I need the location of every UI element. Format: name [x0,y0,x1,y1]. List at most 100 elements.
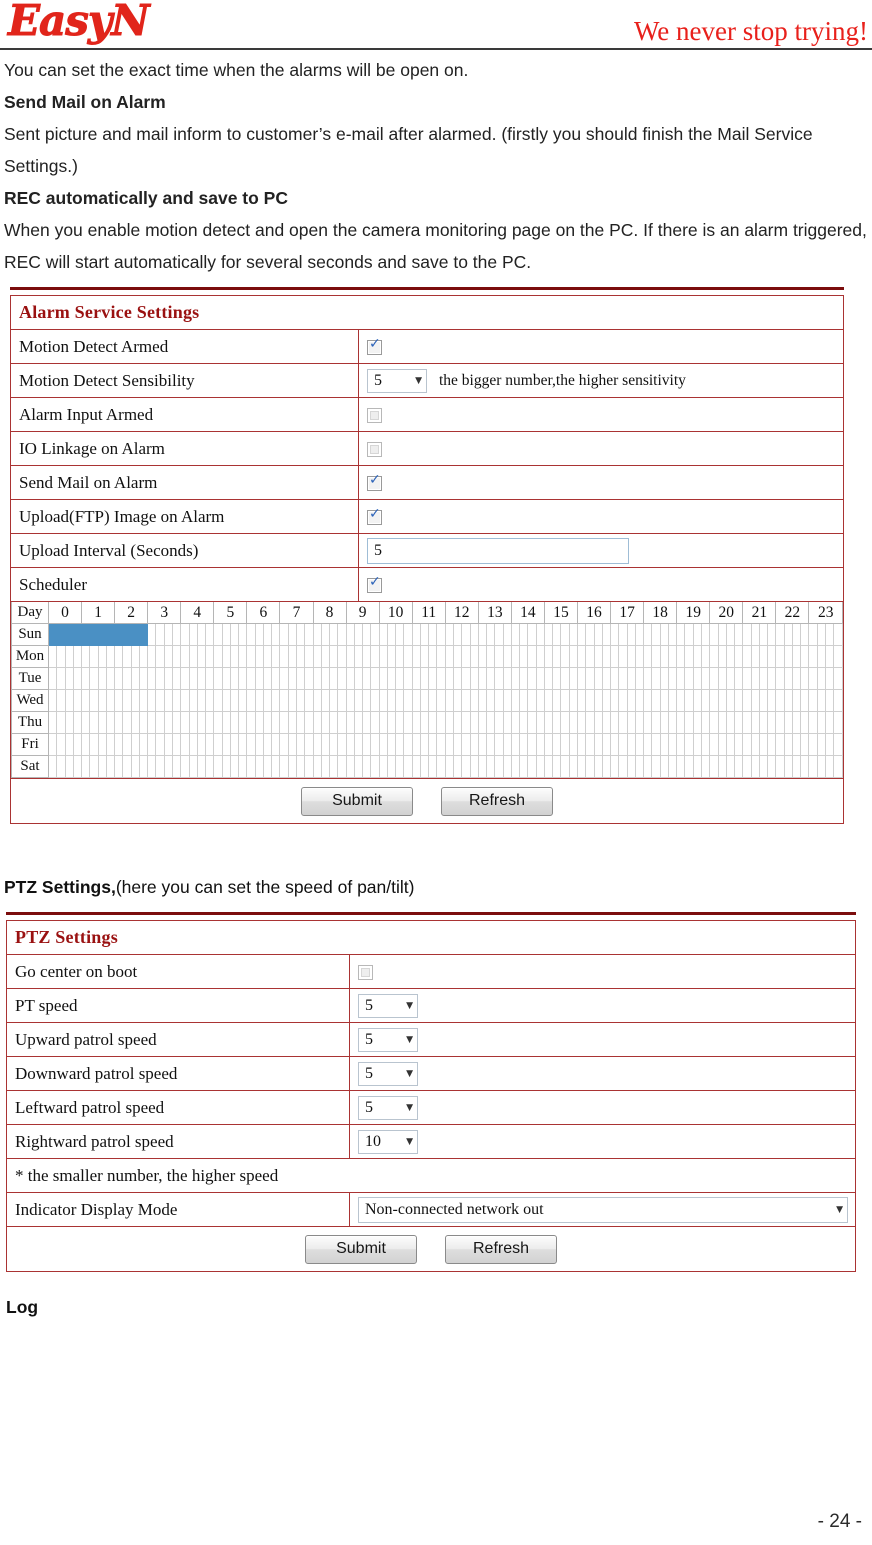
scheduler-slot[interactable] [196,711,207,734]
scheduler-slot[interactable] [626,667,636,690]
scheduler-slot[interactable] [519,711,529,734]
scheduler-slot[interactable] [81,733,91,756]
scheduler-slot[interactable] [362,645,372,668]
scheduler-slot[interactable] [700,667,711,690]
scheduler-slot[interactable] [750,689,760,712]
scheduler-slot[interactable] [576,689,587,712]
scheduler-slot[interactable] [585,623,595,646]
scheduler-slot[interactable] [262,645,273,668]
scheduler-slot[interactable] [419,711,430,734]
scheduler-slot[interactable] [552,689,562,712]
scheduler-slot[interactable] [783,733,793,756]
scheduler-slot[interactable] [337,623,347,646]
scheduler-slot[interactable] [362,667,372,690]
scheduler-slot[interactable] [593,667,603,690]
scheduler-slot[interactable] [734,623,744,646]
scheduler-slot[interactable] [279,733,289,756]
scheduler-slot[interactable] [436,755,446,778]
scheduler-slot[interactable] [791,711,802,734]
scheduler-slot[interactable] [180,689,190,712]
pt-speed-select[interactable]: 5 ▼ [358,993,418,1018]
scheduler-slot[interactable] [734,645,744,668]
scheduler-slot[interactable] [196,623,207,646]
scheduler-slot[interactable] [676,689,686,712]
scheduler-slot[interactable] [469,689,479,712]
scheduler-slot[interactable] [295,667,306,690]
scheduler-slot[interactable] [180,623,190,646]
scheduler-slot[interactable] [700,623,711,646]
scheduler-slot[interactable] [386,733,397,756]
scheduler-slot[interactable] [444,711,455,734]
scheduler-slot[interactable] [97,733,107,756]
scheduler-slot[interactable] [634,711,645,734]
scheduler-slot[interactable] [444,645,455,668]
scheduler-slot[interactable] [171,733,182,756]
scheduler-slot[interactable] [676,623,686,646]
scheduler-slot[interactable] [254,733,264,756]
scheduler-slot[interactable] [486,755,496,778]
scheduler-slot[interactable] [163,755,174,778]
scheduler-slot[interactable] [452,733,463,756]
scheduler-slot[interactable] [717,623,727,646]
scheduler-slot[interactable] [114,711,124,734]
scheduler-slot[interactable] [221,733,231,756]
scheduler-slot[interactable] [345,733,355,756]
scheduler-slot[interactable] [254,623,264,646]
scheduler-slot[interactable] [64,689,74,712]
scheduler-slot[interactable] [271,711,281,734]
scheduler-slot[interactable] [527,733,537,756]
scheduler-slot[interactable] [667,755,678,778]
scheduler-slot[interactable] [494,711,504,734]
scheduler-slot[interactable] [196,667,207,690]
scheduler-slot[interactable] [229,733,240,756]
scheduler-slot[interactable] [287,667,297,690]
scheduler-slot[interactable] [320,689,331,712]
scheduler-slot[interactable] [64,623,74,646]
scheduler-slot[interactable] [626,645,636,668]
scheduler-slot[interactable] [238,645,248,668]
scheduler-slot[interactable] [651,667,661,690]
scheduler-slot[interactable] [403,733,413,756]
scheduler-slot[interactable] [560,645,570,668]
scheduler-slot[interactable] [477,755,488,778]
scheduler-slot[interactable] [279,755,289,778]
scheduler-slot[interactable] [758,755,769,778]
scheduler-slot[interactable] [345,623,355,646]
motion-detect-sensibility-select[interactable]: 5 ▼ [367,368,427,393]
scheduler-slot[interactable] [543,623,554,646]
scheduler-slot[interactable] [114,623,124,646]
scheduler-slot[interactable] [238,755,248,778]
scheduler-slot[interactable] [659,733,669,756]
scheduler-slot[interactable] [461,689,471,712]
scheduler-slot[interactable] [411,689,421,712]
scheduler-slot[interactable] [725,623,736,646]
scheduler-slot[interactable] [81,711,91,734]
scheduler-slot[interactable] [808,755,818,778]
scheduler-slot[interactable] [750,667,760,690]
scheduler-slot[interactable] [171,645,182,668]
scheduler-slot[interactable] [229,689,240,712]
scheduler-slot[interactable] [238,667,248,690]
scheduler-slot[interactable] [312,645,322,668]
scheduler-slot[interactable] [486,689,496,712]
scheduler-slot[interactable] [477,733,488,756]
scheduler-slot[interactable] [147,711,157,734]
scheduler-slot[interactable] [155,711,165,734]
scheduler-slot[interactable] [808,733,818,756]
scheduler-slot[interactable] [72,689,83,712]
scheduler-slot[interactable] [436,623,446,646]
scheduler-slot[interactable] [180,733,190,756]
scheduler-slot[interactable] [444,733,455,756]
scheduler-slot[interactable] [626,733,636,756]
scheduler-slot[interactable] [494,623,504,646]
scheduler-slot[interactable] [791,645,802,668]
scheduler-slot[interactable] [262,711,273,734]
scheduler-slot[interactable] [742,645,752,668]
scheduler-slot[interactable] [535,623,545,646]
scheduler-slot[interactable] [295,755,306,778]
scheduler-slot[interactable] [47,623,58,646]
scheduler-slot[interactable] [452,623,463,646]
scheduler-slot[interactable] [576,667,587,690]
scheduler-slot[interactable] [229,755,240,778]
scheduler-slot[interactable] [700,689,711,712]
